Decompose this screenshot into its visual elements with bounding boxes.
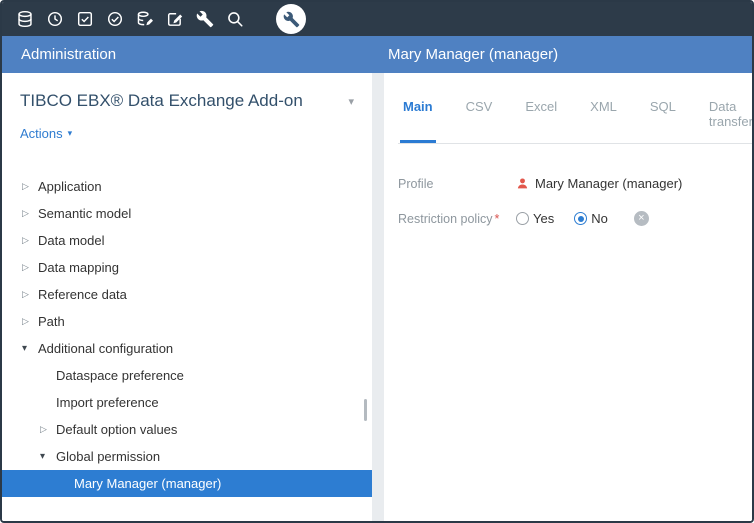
tree-item-data-mapping[interactable]: ▷ Data mapping xyxy=(2,254,372,281)
navigation-tree: ▷ Application ▷ Semantic model ▷ Data mo… xyxy=(2,173,372,497)
tree-item-path[interactable]: ▷ Path xyxy=(2,308,372,335)
tree-item-label: Data model xyxy=(38,233,104,248)
checkbox-check-icon[interactable] xyxy=(70,2,100,36)
record-panel: Main CSV Excel XML SQL Data transfer Pro… xyxy=(384,73,754,521)
history-clock-icon[interactable] xyxy=(40,2,70,36)
wrench-icon xyxy=(283,11,300,28)
tree-item-data-model[interactable]: ▷ Data model xyxy=(2,227,372,254)
collapse-arrow-icon[interactable]: ▾ xyxy=(40,451,56,462)
tree-item-label: Default option values xyxy=(56,422,177,437)
record-title: Mary Manager (manager) xyxy=(388,46,558,63)
tab-data-transfer[interactable]: Data transfer xyxy=(706,99,754,143)
radio-option-no[interactable]: No xyxy=(574,211,608,226)
tree-item-label: Global permission xyxy=(56,449,160,464)
radio-selected-icon xyxy=(574,212,587,225)
tree-item-reference-data[interactable]: ▷ Reference data xyxy=(2,281,372,308)
record-header: Mary Manager (manager) xyxy=(374,46,752,63)
actions-menu-button[interactable]: Actions ▾ xyxy=(2,111,372,141)
tree-item-additional-configuration[interactable]: ▾ Additional configuration xyxy=(2,335,372,362)
admin-tools-button[interactable] xyxy=(276,4,306,34)
actions-label: Actions xyxy=(20,126,63,141)
profile-label: Profile xyxy=(398,177,516,191)
panel-title: TIBCO EBX® Data Exchange Add-on xyxy=(20,91,344,111)
top-toolbar xyxy=(2,2,752,36)
tree-item-label: Import preference xyxy=(56,395,159,410)
tree-item-application[interactable]: ▷ Application xyxy=(2,173,372,200)
radio-yes-label: Yes xyxy=(533,211,554,226)
required-marker: * xyxy=(494,212,499,226)
expand-arrow-icon[interactable]: ▷ xyxy=(22,208,38,219)
database-icon[interactable] xyxy=(10,2,40,36)
restriction-policy-label: Restriction policy* xyxy=(398,212,516,226)
expand-arrow-icon[interactable]: ▷ xyxy=(22,235,38,246)
chevron-down-icon: ▾ xyxy=(68,128,73,139)
search-icon[interactable] xyxy=(220,2,250,36)
wrench-icon[interactable] xyxy=(190,2,220,36)
form-edit-icon[interactable] xyxy=(160,2,190,36)
panel-divider xyxy=(372,73,384,521)
scrollbar-thumb[interactable] xyxy=(364,399,367,421)
tree-item-label: Mary Manager (manager) xyxy=(74,476,221,491)
profile-row: Profile Mary Manager (manager) xyxy=(398,166,754,201)
restriction-policy-row: Restriction policy* Yes No × xyxy=(398,201,754,236)
tab-bar: Main CSV Excel XML SQL Data transfer xyxy=(398,99,754,144)
circle-check-icon[interactable] xyxy=(100,2,130,36)
panel-title-row: TIBCO EBX® Data Exchange Add-on ▾ xyxy=(2,73,372,111)
expand-arrow-icon[interactable]: ▷ xyxy=(22,262,38,273)
tree-item-global-permission[interactable]: ▾ Global permission xyxy=(2,443,372,470)
expand-arrow-icon[interactable]: ▷ xyxy=(22,181,38,192)
tree-item-label: Path xyxy=(38,314,65,329)
expand-arrow-icon[interactable]: ▷ xyxy=(22,316,38,327)
tree-item-label: Reference data xyxy=(38,287,127,302)
navigation-panel: TIBCO EBX® Data Exchange Add-on ▾ Action… xyxy=(2,73,372,521)
section-header-bar: Administration Mary Manager (manager) xyxy=(2,36,752,73)
expand-arrow-icon[interactable]: ▷ xyxy=(22,289,38,300)
tab-main[interactable]: Main xyxy=(400,99,436,143)
tab-sql[interactable]: SQL xyxy=(647,99,679,143)
collapse-arrow-icon[interactable]: ▾ xyxy=(22,343,38,354)
profile-value-text: Mary Manager (manager) xyxy=(535,176,682,191)
database-edit-icon[interactable] xyxy=(130,2,160,36)
tab-xml[interactable]: XML xyxy=(587,99,620,143)
profile-user-icon xyxy=(516,177,529,190)
tree-item-semantic-model[interactable]: ▷ Semantic model xyxy=(2,200,372,227)
profile-value: Mary Manager (manager) xyxy=(516,176,682,191)
tree-item-dataspace-preference[interactable]: Dataspace preference xyxy=(2,362,372,389)
tree-item-label: Additional configuration xyxy=(38,341,173,356)
panel-title-dropdown-icon[interactable]: ▾ xyxy=(344,93,358,110)
app-window: Administration Mary Manager (manager) TI… xyxy=(0,0,754,523)
tab-excel[interactable]: Excel xyxy=(522,99,560,143)
tree-item-label: Application xyxy=(38,179,102,194)
tree-item-label: Semantic model xyxy=(38,206,131,221)
main-content: TIBCO EBX® Data Exchange Add-on ▾ Action… xyxy=(2,73,752,521)
radio-unselected-icon xyxy=(516,212,529,225)
tree-item-import-preference[interactable]: Import preference xyxy=(2,389,372,416)
tree-item-default-option-values[interactable]: ▷ Default option values xyxy=(2,416,372,443)
reset-value-icon[interactable]: × xyxy=(634,211,649,226)
radio-option-yes[interactable]: Yes xyxy=(516,211,554,226)
left-panel-title: Administration xyxy=(21,46,116,63)
tree-item-label: Data mapping xyxy=(38,260,119,275)
tab-csv[interactable]: CSV xyxy=(463,99,496,143)
tree-item-mary-manager[interactable]: Mary Manager (manager) xyxy=(2,470,372,497)
record-form: Profile Mary Manager (manager) Restricti… xyxy=(398,166,754,236)
radio-no-label: No xyxy=(591,211,608,226)
left-panel-header: Administration xyxy=(2,46,374,63)
expand-arrow-icon[interactable]: ▷ xyxy=(40,424,56,435)
restriction-policy-options: Yes No × xyxy=(516,211,649,226)
tree-item-label: Dataspace preference xyxy=(56,368,184,383)
